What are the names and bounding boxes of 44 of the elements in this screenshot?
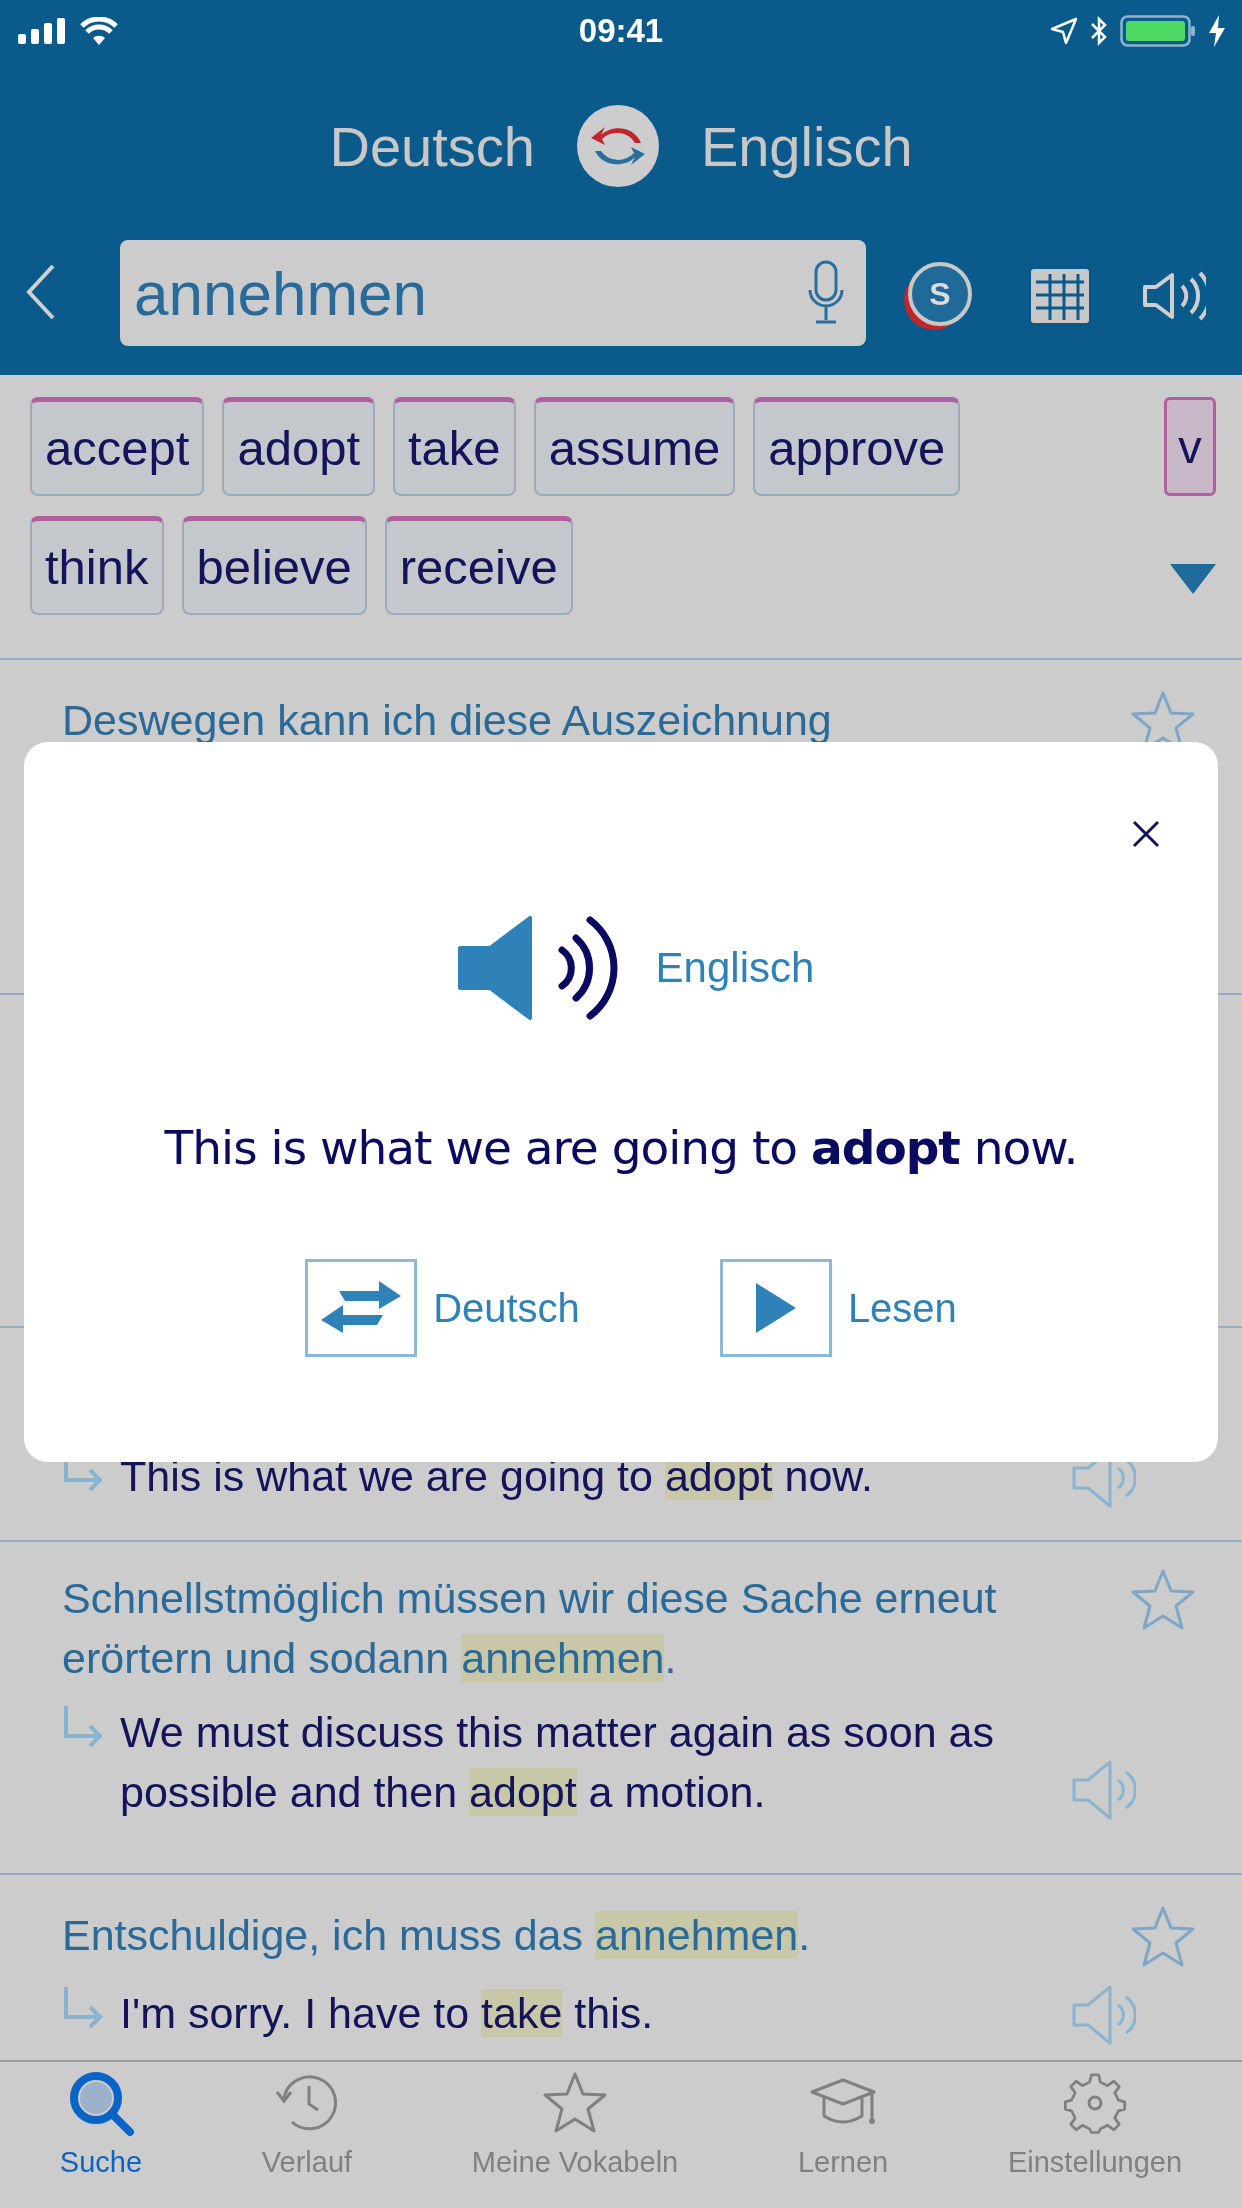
translation-chip[interactable]: receive — [384, 516, 573, 615]
back-icon[interactable] — [26, 264, 56, 320]
dropdown-triangle-icon[interactable] — [1170, 564, 1216, 594]
tab[interactable]: Meine Vokabeln — [471, 2068, 679, 2208]
source-language[interactable]: Deutsch — [329, 113, 535, 179]
dialog-sentence: This is what we are going to adopt now. — [164, 1120, 1078, 1175]
search-field[interactable]: annehmen — [120, 240, 866, 346]
word-class-tag[interactable]: v — [1164, 397, 1216, 496]
play-icon[interactable] — [719, 1259, 832, 1357]
translation-chip[interactable]: accept — [30, 397, 205, 496]
microphone-icon[interactable] — [808, 260, 844, 326]
translation-chip[interactable]: approve — [753, 397, 961, 496]
translation-chip[interactable]: adopt — [222, 397, 375, 496]
german-sentence: Schnellstmöglich müssen wir diese Sache erneut erörtern und sodann annehmen. — [62, 1573, 998, 1684]
status-time: 09:41 — [578, 12, 664, 50]
target-language[interactable]: Englisch — [700, 113, 913, 179]
dialog-language: Englisch — [655, 944, 815, 992]
wifi-icon — [80, 17, 118, 45]
tab[interactable]: Lernen — [797, 2068, 889, 2208]
close-icon[interactable] — [1132, 820, 1160, 848]
star-icon[interactable] — [1130, 1905, 1196, 1969]
signal-icon — [18, 18, 68, 44]
battery-icon — [1120, 15, 1196, 47]
english-sentence: I'm sorry. I have to take this. — [120, 1988, 655, 2039]
action-label[interactable]: Deutsch — [433, 1285, 580, 1331]
translation-chip[interactable]: assume — [533, 397, 736, 496]
tab[interactable]: Suche — [59, 2068, 143, 2208]
spell-check-button[interactable]: S — [908, 262, 972, 326]
translation-chip[interactable]: take — [393, 397, 516, 496]
table-icon[interactable] — [1030, 268, 1090, 324]
tab[interactable]: Verlauf — [261, 2068, 353, 2208]
translation-chip[interactable]: think — [30, 516, 164, 615]
swap-icon[interactable] — [305, 1259, 418, 1357]
english-sentence: We must discuss this matter again as soon as possible and then adopt a motion. — [120, 1707, 995, 1818]
charging-icon — [1208, 15, 1226, 47]
location-icon — [1050, 17, 1078, 45]
translation-chip[interactable]: believe — [181, 516, 367, 615]
action-label[interactable]: Lesen — [847, 1285, 957, 1331]
tab[interactable]: Einstellungen — [1007, 2068, 1183, 2208]
bluetooth-icon — [1090, 16, 1108, 46]
german-sentence: Deswegen kann ich diese Auszeichnung — [62, 695, 832, 746]
german-sentence: Entschuldige, ich muss das annehmen. — [62, 1910, 811, 1961]
swap-languages-icon[interactable] — [576, 105, 659, 187]
star-icon[interactable] — [1130, 1568, 1196, 1632]
